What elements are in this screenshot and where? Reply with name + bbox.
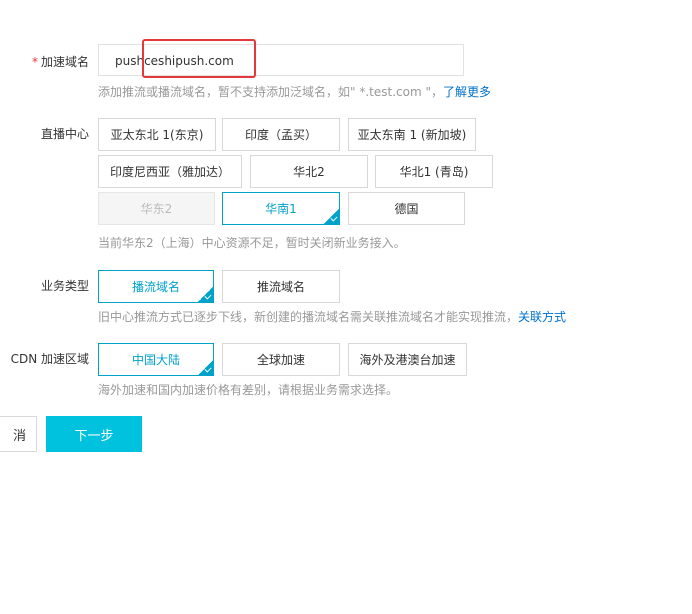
option-mumbai[interactable]: 印度（孟买） bbox=[222, 118, 340, 151]
option-overseas-hk-macao-tw[interactable]: 海外及港澳台加速 bbox=[348, 343, 467, 376]
domain-hint-text: 添加推流或播流域名，暂不支持添加泛域名，如" *.test.com "， bbox=[98, 85, 443, 99]
domain-label: * 加速域名 bbox=[0, 55, 89, 69]
business-type-hint-text: 旧中心推流方式已逐步下线，新创建的播流域名需关联推流域名才能实现推流， bbox=[98, 310, 519, 324]
option-label: 亚太东北 1(东京) bbox=[110, 128, 204, 142]
learn-more-link[interactable]: 了解更多 bbox=[443, 85, 491, 99]
cdn-region-label: CDN 加速区域 bbox=[10, 352, 89, 366]
option-label: 播流域名 bbox=[131, 280, 180, 294]
option-label: 华北1 (青岛) bbox=[399, 165, 469, 179]
required-mark: * bbox=[31, 55, 38, 69]
option-mainland-china[interactable]: 中国大陆 bbox=[98, 343, 214, 376]
option-huabei1-qingdao[interactable]: 华北1 (青岛) bbox=[375, 155, 493, 188]
option-label: 华北2 bbox=[293, 165, 325, 179]
cdn-region-hint: 海外加速和国内加速价格有差别，请根据业务需求选择。 bbox=[98, 383, 399, 397]
option-singapore[interactable]: 亚太东南 1 (新加坡) bbox=[348, 118, 476, 151]
option-jakarta[interactable]: 印度尼西亚（雅加达） bbox=[98, 155, 242, 188]
live-center-hint: 当前华东2（上海）中心资源不足，暂时关闭新业务接入。 bbox=[98, 236, 406, 250]
check-corner-icon bbox=[197, 286, 214, 303]
option-label: 亚太东南 1 (新加坡) bbox=[357, 128, 467, 142]
option-label: 推流域名 bbox=[256, 280, 305, 294]
option-label: 华东2 bbox=[140, 202, 173, 216]
domain-hint: 添加推流或播流域名，暂不支持添加泛域名，如" *.test.com "，了解更多 bbox=[98, 85, 491, 99]
option-global[interactable]: 全球加速 bbox=[222, 343, 340, 376]
option-push-domain[interactable]: 推流域名 bbox=[222, 270, 340, 303]
check-corner-icon bbox=[197, 359, 214, 376]
business-type-hint: 旧中心推流方式已逐步下线，新创建的播流域名需关联推流域名才能实现推流，关联方式 bbox=[98, 310, 566, 324]
option-huanan1[interactable]: 华南1 bbox=[222, 192, 340, 225]
cancel-button[interactable]: 消 bbox=[0, 416, 37, 452]
domain-label-text: 加速域名 bbox=[40, 55, 89, 69]
option-play-domain[interactable]: 播流域名 bbox=[98, 270, 214, 303]
option-label: 印度（孟买） bbox=[244, 128, 317, 142]
option-huadong2: 华东2 bbox=[98, 192, 215, 225]
annotation-highlight-box bbox=[142, 39, 256, 78]
check-corner-icon bbox=[323, 208, 340, 225]
option-label: 德国 bbox=[394, 202, 419, 216]
option-label: 全球加速 bbox=[256, 353, 305, 367]
option-huabei2[interactable]: 华北2 bbox=[250, 155, 368, 188]
option-germany[interactable]: 德国 bbox=[348, 192, 465, 225]
option-label: 印度尼西亚（雅加达） bbox=[109, 165, 230, 179]
live-center-label: 直播中心 bbox=[40, 127, 89, 141]
option-label: 华南1 bbox=[265, 202, 297, 216]
option-label: 中国大陆 bbox=[131, 353, 180, 367]
association-method-link[interactable]: 关联方式 bbox=[518, 310, 566, 324]
option-tokyo[interactable]: 亚太东北 1(东京) bbox=[98, 118, 216, 151]
business-type-label: 业务类型 bbox=[40, 279, 89, 293]
option-label: 海外及港澳台加速 bbox=[359, 353, 456, 367]
next-step-button[interactable]: 下一步 bbox=[46, 416, 142, 452]
